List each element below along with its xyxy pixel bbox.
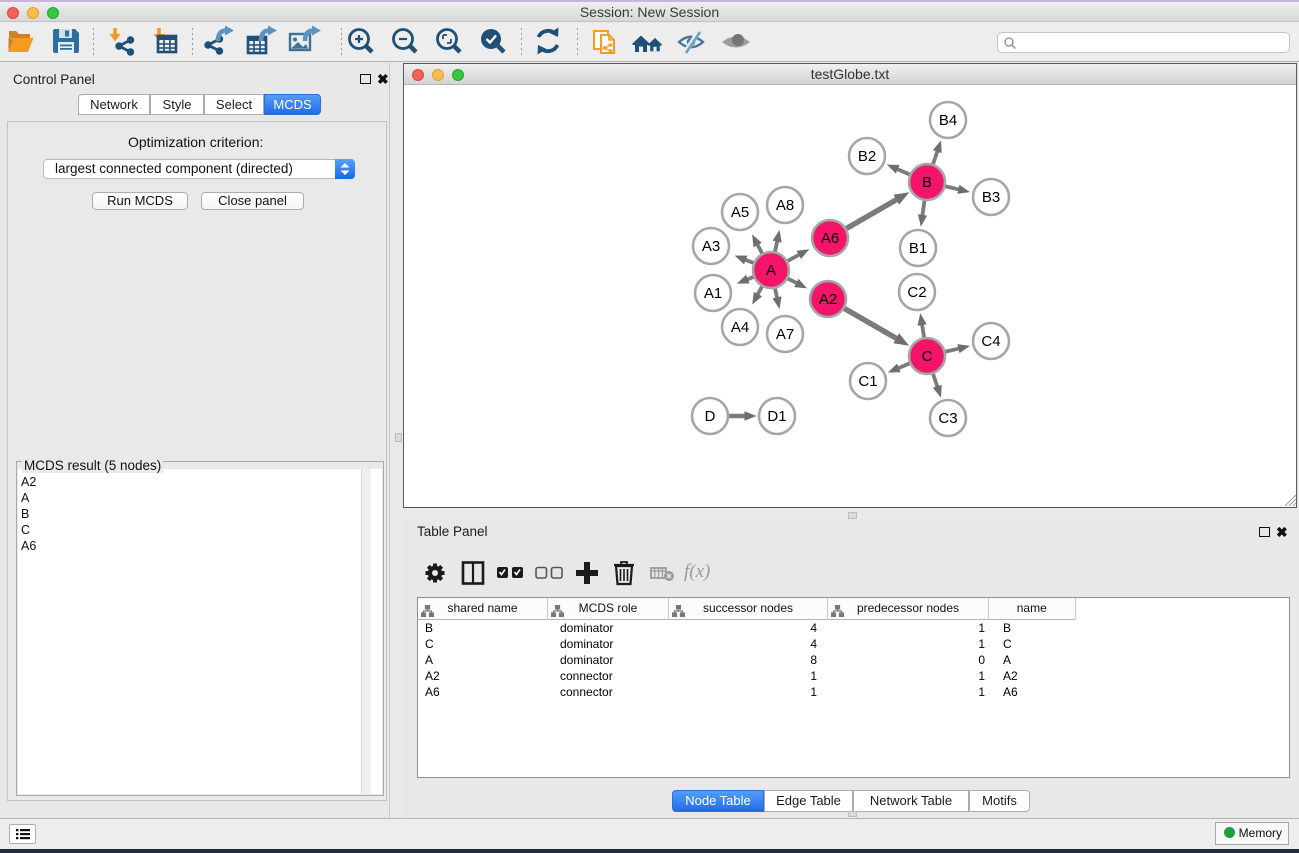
svg-text:D1: D1 [767,408,786,425]
svg-text:A6: A6 [821,230,839,247]
svg-text:B3: B3 [982,189,1000,206]
svg-text:A: A [766,262,776,279]
svg-text:C4: C4 [981,333,1000,350]
svg-text:A1: A1 [704,285,722,302]
svg-text:C3: C3 [938,410,957,427]
svg-text:B: B [922,174,932,191]
svg-text:C2: C2 [907,284,926,301]
svg-text:C1: C1 [858,373,877,390]
svg-text:A3: A3 [702,238,720,255]
svg-text:B2: B2 [858,148,876,165]
svg-text:B4: B4 [939,112,957,129]
svg-text:B1: B1 [909,240,927,257]
svg-text:A2: A2 [819,291,837,308]
svg-text:A5: A5 [731,204,749,221]
svg-text:A4: A4 [731,319,749,336]
svg-text:A8: A8 [776,197,794,214]
svg-text:A7: A7 [776,326,794,343]
svg-text:C: C [922,348,933,365]
svg-text:D: D [705,408,716,425]
